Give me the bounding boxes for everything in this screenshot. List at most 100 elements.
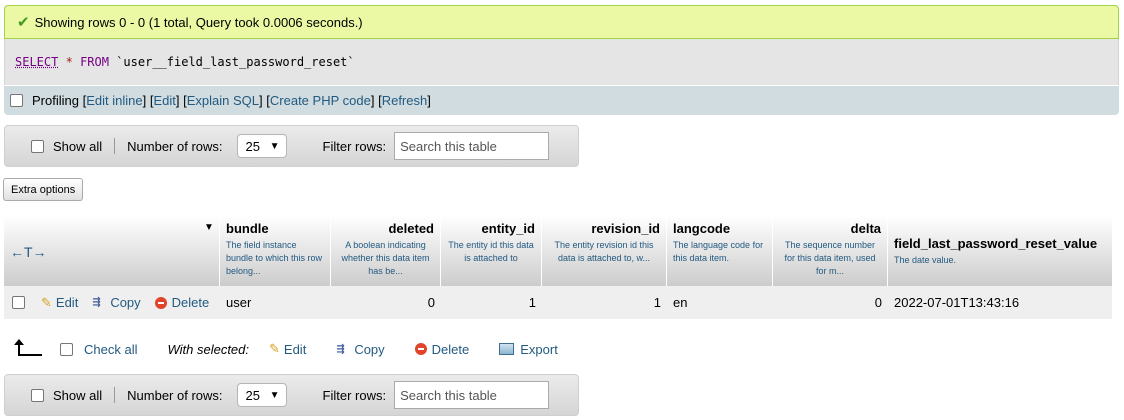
top-navigation: Show all Number of rows: 25 ▼ Filter row… (4, 125, 579, 167)
column-arrows-icon[interactable]: ←T→ (10, 244, 47, 260)
bottom-navigation: Show all Number of rows: 25 ▼ Filter row… (4, 374, 579, 416)
column-name[interactable]: deleted (337, 221, 434, 236)
bulk-copy-button[interactable]: ⇶ Copy (336, 342, 384, 357)
filter-input[interactable] (394, 132, 550, 160)
cell-langcode[interactable]: en (667, 295, 773, 310)
chevron-down-icon: ▼ (269, 140, 280, 152)
row-edit-button[interactable]: ✎ Edit (41, 295, 78, 311)
rows-label: Number of rows: (127, 138, 223, 154)
cell-bundle[interactable]: user (220, 295, 331, 310)
sql-keyword-from: FROM (80, 55, 109, 69)
export-icon (499, 343, 515, 355)
pencil-icon: ✎ (269, 341, 280, 356)
table-row: ✎ Edit ⇶ Copy Delete user 0 1 1 en 0 202… (4, 286, 1112, 319)
show-all-checkbox[interactable] (31, 388, 44, 402)
row-delete-label[interactable]: Delete (172, 295, 210, 310)
extra-options-button[interactable]: Extra options (3, 178, 84, 201)
column-header-delta[interactable]: delta The sequence number for this data … (773, 216, 888, 286)
sql-keyword-select[interactable]: SELECT (15, 55, 58, 69)
cell-field-last-password-reset-value[interactable]: 2022-07-01T13:43:16 (888, 295, 1112, 310)
column-header-revision-id[interactable]: revision_id The entity revision id this … (542, 216, 667, 286)
column-comment: The date value. (894, 255, 957, 265)
column-name[interactable]: bundle (226, 221, 324, 236)
rows-label: Number of rows: (127, 387, 223, 403)
rows-select-value: 25 (245, 138, 260, 154)
edit-link[interactable]: Edit (153, 93, 175, 108)
show-all-checkbox[interactable] (31, 139, 44, 153)
with-selected-label: With selected: (167, 341, 249, 357)
column-name[interactable]: delta (779, 221, 881, 236)
bulk-delete-label[interactable]: Delete (432, 342, 470, 357)
create-php-code-link[interactable]: Create PHP code (270, 93, 371, 108)
bracket-close: ] (142, 93, 147, 108)
divider (114, 138, 116, 154)
bracket-close: ] (427, 93, 431, 108)
bulk-delete-button[interactable]: Delete (414, 342, 470, 357)
bracket-close: ] (259, 93, 263, 108)
column-comment: The language code for this data item. (673, 240, 764, 263)
chevron-down-icon: ▼ (269, 389, 280, 401)
sql-star: * (65, 55, 73, 69)
bulk-export-button[interactable]: Export (499, 342, 558, 357)
table-header: ←T→ ▼ bundle The field instance bundle t… (4, 216, 1112, 286)
check-all-checkbox[interactable] (60, 342, 73, 356)
cell-entity-id[interactable]: 1 (441, 295, 542, 310)
cell-revision-id[interactable]: 1 (542, 295, 667, 310)
column-arrows: ←T→ (4, 216, 220, 286)
cell-delta[interactable]: 0 (773, 295, 888, 310)
check-all-link[interactable]: Check all (84, 342, 137, 357)
results-table: ←T→ ▼ bundle The field instance bundle t… (4, 216, 1112, 319)
success-message: ✔ Showing rows 0 - 0 (1 total, Query too… (4, 5, 1119, 39)
bulk-actions: Check all With selected: ✎ Edit ⇶ Copy D… (4, 336, 804, 362)
column-name[interactable]: langcode (673, 221, 766, 236)
arrow-up-icon (14, 339, 42, 359)
success-text: Showing rows 0 - 0 (1 total, Query took … (34, 14, 363, 30)
column-comment: The entity revision id this data is atta… (554, 240, 654, 263)
column-comment: A boolean indicating whether this data i… (341, 240, 430, 276)
refresh-link[interactable]: Refresh (382, 93, 428, 108)
copy-icon: ⇶ (336, 343, 345, 355)
bulk-edit-label[interactable]: Edit (284, 342, 306, 357)
profiling-label: Profiling (32, 93, 79, 108)
row-copy-button[interactable]: ⇶ Copy (92, 295, 140, 310)
pencil-icon: ✎ (41, 294, 52, 310)
column-header-field-last-password-reset-value[interactable]: field_last_password_reset_value The date… (888, 216, 1112, 286)
filter-input[interactable] (394, 381, 550, 409)
show-all-label[interactable]: Show all (53, 139, 102, 154)
delete-icon (154, 296, 167, 309)
column-header-entity-id[interactable]: entity_id The entity id this data is att… (441, 216, 542, 286)
show-all-label[interactable]: Show all (53, 388, 102, 403)
edit-inline-link[interactable]: Edit inline (86, 93, 142, 108)
row-delete-button[interactable]: Delete (154, 295, 210, 310)
bulk-copy-label[interactable]: Copy (354, 342, 384, 357)
column-comment: The entity id this data is attached to (448, 240, 534, 263)
column-header-deleted[interactable]: deleted A boolean indicating whether thi… (331, 216, 441, 286)
delete-icon (414, 343, 427, 355)
profiling-checkbox[interactable] (10, 94, 23, 107)
bulk-export-label[interactable]: Export (520, 342, 558, 357)
check-icon: ✔ (17, 14, 30, 31)
sql-query-box[interactable]: SELECT * FROM `user__field_last_password… (4, 39, 1119, 85)
row-actions: ✎ Edit ⇶ Copy Delete (4, 295, 220, 311)
column-name[interactable]: field_last_password_reset_value (894, 236, 1106, 251)
row-edit-label[interactable]: Edit (56, 295, 78, 310)
bracket-close: ] (370, 93, 375, 108)
column-comment: The field instance bundle to which this … (226, 240, 323, 276)
rows-select[interactable]: 25 ▼ (236, 134, 287, 158)
column-comment: The sequence number for this data item, … (784, 240, 876, 276)
row-copy-label[interactable]: Copy (110, 295, 140, 310)
sort-arrow-icon[interactable]: ▼ (204, 222, 214, 233)
bracket-close: ] (175, 93, 180, 108)
explain-sql-link[interactable]: Explain SQL (187, 93, 259, 108)
row-checkbox[interactable] (12, 296, 25, 309)
column-header-bundle[interactable]: ▼ bundle The field instance bundle to wh… (204, 216, 331, 286)
column-name[interactable]: revision_id (548, 221, 660, 236)
filter-label: Filter rows: (322, 387, 387, 403)
column-header-langcode[interactable]: langcode The language code for this data… (667, 216, 773, 286)
profiling-bar: Profiling [ Edit inline ] [ Edit ] [ Exp… (4, 86, 1119, 115)
cell-deleted[interactable]: 0 (331, 295, 441, 310)
rows-select[interactable]: 25 ▼ (236, 383, 287, 407)
bulk-edit-button[interactable]: ✎ Edit (269, 341, 306, 357)
column-name[interactable]: entity_id (447, 221, 535, 236)
filter-label: Filter rows: (322, 138, 387, 154)
